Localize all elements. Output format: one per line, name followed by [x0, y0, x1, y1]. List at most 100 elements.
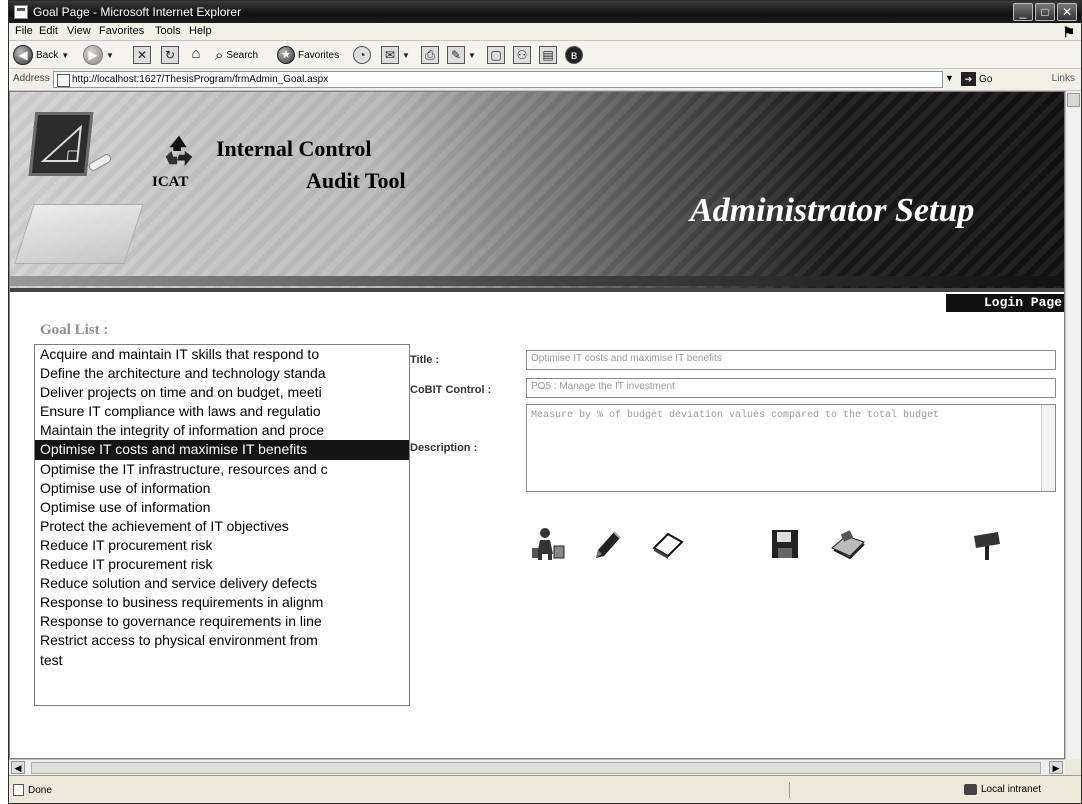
title-bar: Goal Page - Microsoft Internet Explorer … [9, 1, 1081, 23]
menu-bar: File Edit View Favorites Tools Help ⚑ [9, 23, 1081, 41]
exit-button[interactable] [968, 524, 1008, 564]
goal-listbox[interactable]: Acquire and maintain IT skills that resp… [34, 344, 410, 706]
print-button[interactable]: ⎙ [421, 44, 439, 66]
history-button[interactable]: ◔ [353, 44, 371, 66]
scroll-left-icon[interactable]: ◀ [11, 761, 25, 774]
goal-option[interactable]: Ensure IT compliance with laws and regul… [35, 402, 409, 421]
description-textarea[interactable]: Measure by % of budget deviation values … [526, 404, 1056, 492]
login-page-link[interactable]: Login Page [946, 294, 1064, 312]
go-button[interactable]: ➔ Go [961, 72, 992, 86]
back-dropdown-icon: ▼ [61, 50, 70, 60]
close-button[interactable]: ✕ [1057, 3, 1077, 21]
title-field[interactable]: Optimise IT costs and maximise IT benefi… [526, 350, 1056, 370]
status-divider [789, 782, 929, 798]
refresh-button[interactable]: ↻ [161, 44, 179, 66]
links-button[interactable]: Links [1052, 73, 1075, 84]
goal-option[interactable]: Protect the achievement of IT objectives [35, 517, 409, 536]
back-label: Back [36, 49, 59, 61]
goal-option[interactable]: test [35, 651, 409, 670]
menu-tools[interactable]: Tools [155, 25, 181, 37]
cobit-control-field[interactable]: PO5 : Manage the IT investment [526, 378, 1056, 398]
history-icon: ◔ [353, 46, 371, 64]
horizontal-scroll-thumb[interactable] [31, 762, 1041, 774]
goal-option[interactable]: Restrict access to physical environment … [35, 631, 409, 650]
local-intranet-icon [963, 784, 977, 795]
menu-help[interactable]: Help [189, 25, 212, 37]
goal-option[interactable]: Maintain the integrity of information an… [35, 421, 409, 440]
menu-edit[interactable]: Edit [39, 25, 58, 37]
edit-page-button[interactable]: ✎ ▼ [447, 44, 476, 66]
menu-view[interactable]: View [67, 25, 91, 37]
goal-option[interactable]: Define the architecture and technology s… [35, 364, 409, 383]
discuss-button[interactable]: ▢ [487, 44, 505, 66]
favorites-button[interactable]: ★ Favorites [277, 44, 339, 66]
recycle-logo-icon [165, 135, 193, 167]
security-zone: Local intranet [980, 784, 1041, 795]
banner-title-line1: Internal Control [216, 136, 372, 161]
add-user-button[interactable] [528, 524, 568, 564]
messenger-icon: ⚇ [513, 46, 531, 64]
goal-option[interactable]: Optimise the IT infrastructure, resource… [35, 460, 409, 479]
edit-icon [596, 531, 621, 558]
messenger-button[interactable]: ⚇ [513, 44, 531, 66]
goal-option[interactable]: Optimise use of information [35, 498, 409, 517]
banner-acronym: ICAT [152, 174, 189, 190]
goal-option[interactable]: Response to governance requirements in l… [35, 612, 409, 631]
menu-file[interactable]: File [15, 25, 33, 37]
go-label: Go [979, 73, 993, 85]
windows-logo-icon: ⚑ [1062, 24, 1075, 40]
goal-option[interactable]: Reduce IT procurement risk [35, 536, 409, 555]
vertical-scrollbar[interactable] [1065, 91, 1081, 759]
discuss-icon: ▢ [487, 46, 505, 64]
research-button[interactable]: ▤ [539, 44, 557, 66]
mail-icon: ✉ [381, 46, 399, 64]
banner-title-line2: Audit Tool [306, 168, 406, 193]
save-button[interactable] [766, 524, 806, 564]
page-done-icon [13, 784, 24, 796]
scroll-right-icon[interactable]: ▶ [1049, 761, 1063, 774]
goal-option[interactable]: Reduce IT procurement risk [35, 555, 409, 574]
menu-favorites[interactable]: Favorites [99, 25, 144, 37]
bluetooth-icon: ʙ [565, 46, 583, 64]
address-dropdown-icon[interactable]: ▼ [945, 73, 954, 83]
search-button[interactable]: ⌕ Search [215, 44, 258, 66]
goal-list-heading: Goal List : [40, 322, 109, 338]
goal-option[interactable]: Acquire and maintain IT skills that resp… [35, 345, 409, 364]
back-button[interactable]: ◀ Back ▼ [13, 44, 69, 66]
address-input[interactable]: http://localhost:1627/ThesisProgram/frmA… [53, 71, 943, 88]
favorites-star-icon: ★ [277, 46, 295, 64]
back-arrow-icon: ◀ [13, 45, 33, 65]
forward-button[interactable]: ▶ ▼ [83, 44, 114, 66]
window-title: Goal Page - Microsoft Internet Explorer [33, 5, 242, 19]
exit-sign-icon [974, 532, 1000, 560]
edit-button[interactable] [586, 524, 626, 564]
goal-option[interactable]: Reduce solution and service delivery def… [35, 574, 409, 593]
status-text: Done [28, 784, 52, 796]
go-arrow-icon: ➔ [961, 72, 976, 86]
clear-button[interactable] [648, 524, 688, 564]
home-button[interactable]: ⌂ [187, 44, 205, 66]
status-bar: Done Local intranet [9, 775, 1081, 803]
mail-button[interactable]: ✉ ▼ [381, 44, 410, 66]
bluetooth-button[interactable]: ʙ [565, 44, 583, 66]
refresh-icon: ↻ [161, 46, 179, 64]
goal-option[interactable]: Response to business requirements in ali… [35, 593, 409, 612]
favorites-label: Favorites [298, 49, 340, 61]
maximize-button[interactable]: □ [1035, 3, 1055, 21]
horizontal-scrollbar[interactable]: ◀ ▶ [9, 759, 1065, 775]
cancel-stamp-icon [831, 530, 865, 560]
goal-option[interactable]: Deliver projects on time and on budget, … [35, 383, 409, 402]
page-content: Internal Control ICAT Audit Tool Adminis… [9, 91, 1065, 759]
research-icon: ▤ [539, 46, 557, 64]
stop-button[interactable]: ✕ [133, 44, 151, 66]
book-image [14, 204, 144, 264]
browser-window: Goal Page - Microsoft Internet Explorer … [8, 0, 1082, 804]
minimize-button[interactable]: _ [1013, 3, 1033, 21]
save-icon [772, 530, 798, 558]
standard-toolbar: ◀ Back ▼ ▶ ▼ ✕ ↻ ⌂ ⌕ Search ★ Favorites … [9, 41, 1081, 69]
description-scrollbar[interactable] [1041, 405, 1055, 491]
goal-option-selected[interactable]: Optimise IT costs and maximise IT benefi… [35, 440, 409, 460]
cancel-button[interactable] [828, 524, 868, 564]
print-icon: ⎙ [421, 46, 439, 64]
goal-option[interactable]: Optimise use of information [35, 479, 409, 498]
